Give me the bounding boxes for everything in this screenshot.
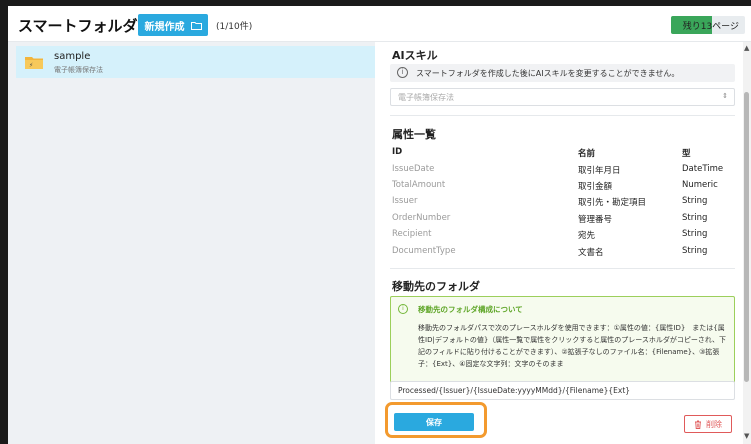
attr-row-id[interactable]: TotalAmount bbox=[392, 180, 445, 190]
scroll-down-icon[interactable]: ▼ bbox=[744, 432, 749, 440]
delete-label: 削除 bbox=[706, 419, 722, 429]
attributes-heading: 属性一覧 bbox=[392, 128, 436, 141]
attr-row-id[interactable]: Issuer bbox=[392, 196, 417, 206]
info-icon: i bbox=[398, 304, 408, 314]
folder-count: (1/10件) bbox=[216, 22, 253, 32]
attr-row-id[interactable]: OrderNumber bbox=[392, 213, 450, 223]
attr-row-id[interactable]: IssueDate bbox=[392, 164, 434, 174]
scroll-up-icon[interactable]: ▲ bbox=[744, 44, 749, 52]
destination-info-title: 移動先のフォルダ構成について bbox=[418, 305, 523, 314]
ai-skill-select-value: 電子帳簿保存法 bbox=[398, 93, 454, 102]
window-frame-left bbox=[0, 0, 8, 444]
attr-row-name: 文書名 bbox=[578, 248, 604, 258]
attr-row-name: 管理番号 bbox=[578, 215, 613, 225]
attr-row-name: 取引金額 bbox=[578, 182, 613, 192]
ai-skill-notice-text: スマートフォルダを作成した後にAIスキルを変更することができません。 bbox=[416, 69, 680, 78]
attr-row-type: String bbox=[682, 246, 708, 256]
attr-row-name: 取引先・勘定項目 bbox=[578, 198, 647, 208]
folder-plus-icon bbox=[190, 21, 202, 30]
new-folder-button[interactable]: 新規作成 bbox=[138, 14, 208, 36]
section-divider bbox=[390, 268, 735, 269]
folder-list-pane: ⚡ sample 電子帳簿保存法 bbox=[8, 42, 375, 444]
destination-info-body: 移動先のフォルダパスで次のプレースホルダを使用できます：①属性の値：{属性ID}… bbox=[418, 324, 726, 368]
detail-scrollbar[interactable]: ▲ ▼ bbox=[743, 42, 751, 444]
ai-skill-heading: AIスキル bbox=[392, 49, 438, 62]
attr-row-type: String bbox=[682, 213, 708, 223]
attr-row-type: String bbox=[682, 229, 708, 239]
new-folder-label: 新規作成 bbox=[144, 21, 185, 33]
pages-remaining-badge: 残り13ページ bbox=[671, 16, 745, 34]
folder-icon: ⚡ bbox=[25, 57, 43, 69]
attr-row-name: 宛先 bbox=[578, 231, 596, 241]
folder-detail-pane: AIスキル i スマートフォルダを作成した後にAIスキルを変更することができませ… bbox=[382, 42, 743, 444]
attr-row-type: Numeric bbox=[682, 180, 718, 190]
trash-icon bbox=[695, 420, 701, 429]
folder-name: sample bbox=[54, 51, 91, 62]
ai-skill-select[interactable]: 電子帳簿保存法 ⇕ bbox=[390, 88, 735, 106]
info-icon: i bbox=[397, 67, 408, 78]
delete-button[interactable]: 削除 bbox=[684, 415, 732, 433]
attr-row-type: String bbox=[682, 196, 708, 206]
folder-list-item[interactable]: ⚡ sample 電子帳簿保存法 bbox=[16, 46, 375, 78]
attr-header-id: ID bbox=[392, 147, 403, 157]
save-button[interactable]: 保存 bbox=[394, 413, 474, 431]
attr-header-type: 型 bbox=[682, 149, 691, 159]
svg-text:⚡: ⚡ bbox=[29, 62, 33, 69]
ai-skill-notice: i スマートフォルダを作成した後にAIスキルを変更することができません。 bbox=[390, 64, 735, 82]
folder-skill-label: 電子帳簿保存法 bbox=[54, 66, 103, 74]
destination-heading: 移動先のフォルダ bbox=[392, 280, 480, 293]
attr-row-id[interactable]: DocumentType bbox=[392, 246, 456, 256]
attr-row-name: 取引年月日 bbox=[578, 166, 621, 176]
scroll-thumb[interactable] bbox=[744, 92, 749, 382]
destination-path-input[interactable]: Processed/{Issuer}/{IssueDate:yyyyMMdd}/… bbox=[390, 381, 735, 400]
attr-row-type: DateTime bbox=[682, 164, 724, 174]
destination-info-box: i 移動先のフォルダ構成について 移動先のフォルダパスで次のプレースホルダを使用… bbox=[390, 296, 735, 383]
select-arrows-icon: ⇕ bbox=[722, 92, 728, 100]
section-divider bbox=[390, 115, 735, 116]
pages-remaining-label: 残り13ページ bbox=[682, 22, 739, 32]
attr-header-name: 名前 bbox=[578, 149, 596, 159]
app-header: スマートフォルダ管理 新規作成 (1/10件) 残り13ページ bbox=[8, 6, 751, 42]
attr-row-id[interactable]: Recipient bbox=[392, 229, 432, 239]
